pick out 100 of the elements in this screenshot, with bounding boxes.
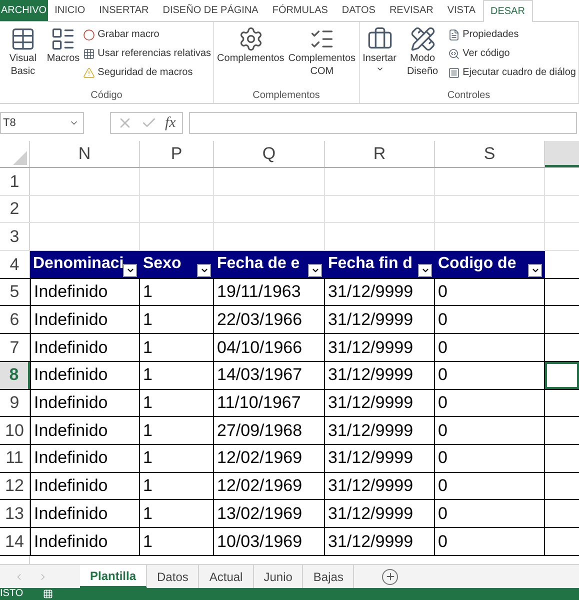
table-cell: Indefinido xyxy=(30,390,140,416)
table-header-cell: Fecha de e xyxy=(214,251,325,278)
table-cell: 0 xyxy=(435,417,545,444)
column-header[interactable]: Q xyxy=(214,141,325,167)
add-sheet-button[interactable] xyxy=(382,568,398,584)
table-cell: 0 xyxy=(435,528,545,555)
column-header[interactable] xyxy=(545,141,579,167)
table-cell: Indefinido xyxy=(30,362,140,388)
table-cell: 1 xyxy=(140,362,214,388)
filter-button[interactable] xyxy=(123,264,137,277)
selected-cell xyxy=(545,362,579,388)
table-cell: 0 xyxy=(435,444,545,472)
ribbon-button[interactable]: Complementos xyxy=(216,26,286,89)
ribbon-button[interactable]: Complementos COM xyxy=(287,26,357,89)
table-cell: 10/03/1969 xyxy=(214,528,325,555)
table-icon xyxy=(10,26,36,52)
ribbon-button[interactable]: Grabar macro xyxy=(82,26,212,43)
table-cell: 1 xyxy=(140,390,214,416)
dialog-icon xyxy=(448,66,460,78)
table-header-cell: Codigo de xyxy=(435,251,545,278)
table-cell: 1 xyxy=(140,472,214,500)
ribbon-tab[interactable]: DISEÑO DE PÁGINA xyxy=(156,0,266,21)
ruler-pencil-icon xyxy=(410,26,436,52)
row-header[interactable]: 14 xyxy=(0,528,30,555)
row-header[interactable]: 9 xyxy=(0,390,30,416)
ribbon-button[interactable]: Seguridad de macros xyxy=(82,64,212,81)
table-cell: 12/02/1969 xyxy=(214,472,325,500)
row-header[interactable]: 1 xyxy=(0,168,30,195)
group-label: Controles xyxy=(446,89,492,103)
status-text: ISTO xyxy=(0,588,24,600)
ribbon-tab[interactable]: REVISAR xyxy=(382,0,440,21)
table-cell: Indefinido xyxy=(30,444,140,472)
ribbon-tab[interactable]: DESAR xyxy=(482,0,533,22)
table-cell: Indefinido xyxy=(30,500,140,527)
table-cell: 1 xyxy=(140,278,214,306)
table-cell: 31/12/9999 xyxy=(325,417,435,444)
table-cell: 0 xyxy=(435,306,545,334)
row-header[interactable]: 12 xyxy=(0,472,30,500)
sheet-tab[interactable]: Plantilla xyxy=(80,565,148,588)
name-box[interactable]: T8 xyxy=(0,112,84,134)
ribbon-button[interactable]: Ver código xyxy=(448,45,576,62)
table-cell: Indefinido xyxy=(30,278,140,306)
table-header-cell: Sexo xyxy=(140,251,214,278)
ribbon-tab[interactable]: DATOS xyxy=(334,0,382,21)
filter-button[interactable] xyxy=(418,264,432,277)
ribbon-tab[interactable]: INSERTAR xyxy=(92,0,156,21)
ribbon-button[interactable]: Modo Diseño xyxy=(399,26,446,89)
table-cell: 13/02/1969 xyxy=(214,500,325,527)
table-cell: 1 xyxy=(140,417,214,444)
row-header[interactable]: 3 xyxy=(0,223,30,250)
table-cell: 19/11/1963 xyxy=(214,278,325,306)
table-cell: 31/12/9999 xyxy=(325,278,435,306)
table-cell: 31/12/9999 xyxy=(325,444,435,472)
row-header[interactable]: 2 xyxy=(0,196,30,222)
ribbon-button[interactable]: Propiedades xyxy=(448,26,576,43)
column-header[interactable]: R xyxy=(325,141,435,167)
table-cell: 0 xyxy=(435,472,545,500)
table-cell: 0 xyxy=(435,362,545,388)
ribbon-button[interactable]: Macros xyxy=(46,26,81,89)
document-icon xyxy=(448,28,460,40)
code-search-icon xyxy=(448,48,460,60)
row-header[interactable]: 6 xyxy=(0,306,30,334)
table-cell: 31/12/9999 xyxy=(325,362,435,388)
ribbon-button[interactable]: Insertar xyxy=(362,26,398,89)
ribbon-tab[interactable]: INICIO xyxy=(48,0,92,21)
ribbon-button[interactable]: Usar referencias relativas xyxy=(82,45,212,62)
grid-icon xyxy=(82,48,95,60)
table-cell: Indefinido xyxy=(30,334,140,361)
table-cell: 1 xyxy=(140,528,214,555)
filter-button[interactable] xyxy=(528,264,542,277)
table-cell: 22/03/1966 xyxy=(214,306,325,334)
plus-icon xyxy=(384,571,396,582)
row-header[interactable]: 11 xyxy=(0,444,30,472)
row-header[interactable]: 13 xyxy=(0,500,30,527)
column-header[interactable]: P xyxy=(140,141,214,167)
table-cell: 14/03/1967 xyxy=(214,362,325,388)
filter-button[interactable] xyxy=(308,264,322,277)
row-header[interactable]: 5 xyxy=(0,278,30,306)
row-header[interactable]: 8 xyxy=(0,362,30,388)
formula-input[interactable] xyxy=(188,112,577,134)
ribbon-tab[interactable]: VISTA xyxy=(440,0,482,21)
table-cell: Indefinido xyxy=(30,472,140,500)
caret-icon xyxy=(376,65,384,73)
row-header[interactable]: 7 xyxy=(0,334,30,361)
filter-button[interactable] xyxy=(197,264,211,277)
table-cell: 12/02/1969 xyxy=(214,444,325,472)
table-cell: Indefinido xyxy=(30,528,140,555)
table-cell: 31/12/9999 xyxy=(325,306,435,334)
table-cell: 0 xyxy=(435,334,545,361)
insert-function-button[interactable]: fx xyxy=(165,112,176,134)
table-cell: 1 xyxy=(140,500,214,527)
row-header[interactable]: 10 xyxy=(0,417,30,444)
group-label: Código xyxy=(90,89,124,103)
group-label: Complementos xyxy=(252,89,321,103)
ribbon-tab[interactable]: FÓRMULAS xyxy=(265,0,335,21)
ribbon-button[interactable]: Visual Basic xyxy=(2,26,44,89)
ribbon-tab[interactable]: ARCHIVO xyxy=(0,0,48,21)
table-cell: 31/12/9999 xyxy=(325,334,435,361)
ribbon-button[interactable]: Ejecutar cuadro de diálog xyxy=(448,64,576,81)
column-header[interactable]: N xyxy=(30,141,140,167)
